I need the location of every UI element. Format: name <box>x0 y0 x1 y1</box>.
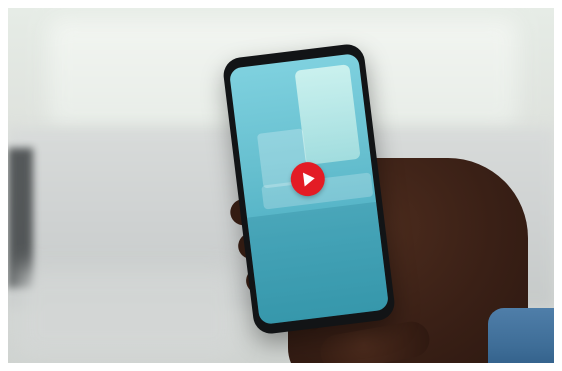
blurred-table <box>18 268 238 358</box>
shirt-sleeve <box>488 308 554 363</box>
play-icon <box>302 170 316 187</box>
screen-floor <box>247 201 390 325</box>
photo <box>8 8 554 363</box>
blurred-object-left <box>8 148 33 288</box>
phone-screen[interactable] <box>228 53 390 325</box>
